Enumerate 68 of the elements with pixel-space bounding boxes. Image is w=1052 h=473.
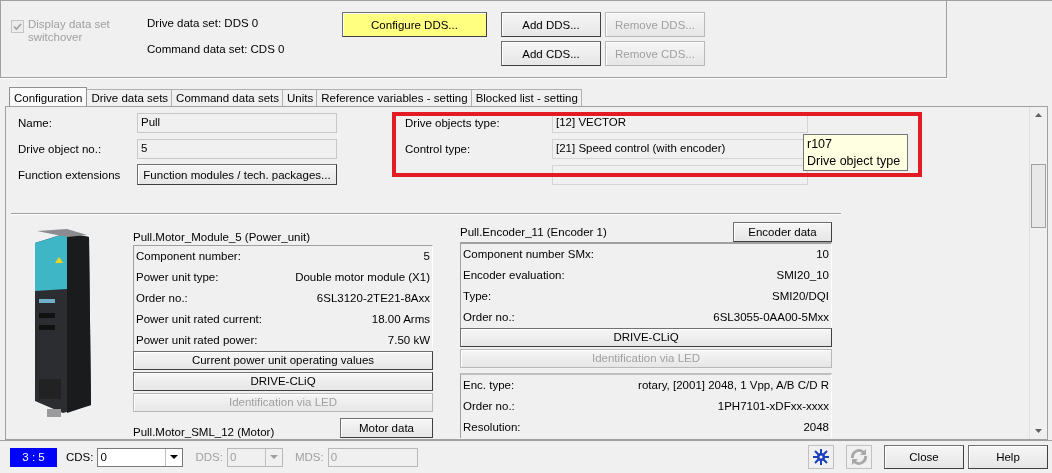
caret-icon (269, 455, 278, 460)
info-label: Order no.: (463, 400, 515, 413)
motor-data-button[interactable]: Motor data (340, 417, 433, 438)
network-icon[interactable] (812, 448, 830, 467)
data-set-dropdown[interactable]: 0 (97, 447, 184, 467)
info-value: 5 (423, 250, 430, 263)
field-label: Name: (18, 116, 53, 129)
tab[interactable]: Command data sets (172, 88, 284, 106)
scroll-thumb[interactable] (1031, 163, 1046, 228)
encoder-data-button[interactable]: Encoder data (733, 221, 832, 242)
info-label: Component number: (136, 250, 241, 263)
data-set-indicator: 3 : 5 (10, 447, 57, 467)
data-set-label: Command data set: CDS 0 (147, 43, 286, 55)
value-field: 5 (137, 138, 337, 159)
info-value: SMI20_10 (776, 269, 829, 282)
info-label: Power unit type: (136, 271, 219, 284)
info-label: Enc. type: (463, 379, 515, 392)
group-title: Pull.Motor_Module_5 (Power_unit) (133, 230, 312, 243)
info-value: 1PH7101-xDFxx-xxxx (717, 400, 829, 413)
info-label: Power unit rated current: (136, 313, 262, 326)
info-label: Resolution: (463, 421, 521, 434)
data-set-button[interactable]: Configure DDS... (342, 12, 487, 37)
info-value: 2048 (803, 421, 829, 434)
selector-label: MDS: (294, 451, 324, 464)
info-label: Encoder evaluation: (463, 269, 565, 282)
info-value: rotary, [2001] 2048, 1 Vpp, A/B C/D R (638, 379, 829, 392)
tab[interactable]: Units (283, 88, 318, 106)
scroll-up-icon[interactable] (1035, 113, 1042, 118)
data-set-button[interactable]: Add DDS... (501, 12, 601, 37)
dialog-button[interactable]: Close (884, 445, 964, 470)
module-button[interactable]: DRIVE-CLiQ (133, 371, 433, 391)
field-label: Drive object no.: (18, 142, 103, 155)
field-label: Drive objects type: (405, 116, 501, 129)
info-value: 7.50 kW (387, 334, 430, 347)
dialog-button[interactable]: Help (968, 445, 1048, 470)
info-label: Power unit rated power: (136, 334, 258, 347)
field-label: Control type: (405, 142, 472, 155)
info-value: 18.00 Arms (371, 313, 430, 326)
tab[interactable]: Blocked list - setting (471, 88, 582, 106)
data-set-label: Drive data set: DDS 0 (147, 17, 260, 29)
tab[interactable]: Drive data sets (87, 88, 173, 106)
switchover-label: Display data set switchover (28, 18, 111, 44)
group-title: Pull.Motor_SML_12 (Motor) (133, 425, 275, 438)
module-button[interactable]: DRIVE-CLiQ (460, 327, 832, 347)
tooltip-text: Drive object type (807, 152, 902, 170)
info-value: SMI20/DQI (772, 290, 829, 303)
info-value: 10 (816, 248, 829, 261)
module-button[interactable]: Current power unit operating values (133, 350, 433, 370)
scroll-down-icon[interactable] (1035, 428, 1042, 433)
scrollbar[interactable] (1029, 106, 1047, 440)
selector-label: DDS: (195, 451, 223, 464)
value-field: Pull (137, 112, 337, 133)
info-value: 6SL3120-2TE21-8Axx (316, 292, 430, 305)
info-label: Order no.: (463, 311, 515, 324)
selector-label: CDS: (66, 451, 94, 464)
caret-icon (170, 455, 179, 460)
info-label: Order no.: (136, 292, 188, 305)
field-label: Function extensions (18, 168, 122, 181)
tab[interactable]: Reference variables - setting (317, 88, 472, 106)
function-modules-button[interactable]: Function modules / tech. packages... (137, 164, 337, 186)
info-label: Component number SMx: (463, 248, 595, 261)
group-title: Pull.Encoder_11 (Encoder 1) (460, 225, 607, 238)
data-set-button[interactable]: Add CDS... (501, 41, 601, 66)
info-value: Double motor module (X1) (295, 271, 430, 284)
tab[interactable]: Configuration (9, 86, 88, 106)
info-label: Type: (463, 290, 492, 303)
info-value: 6SL3055-0AA00-5Mxx (713, 311, 829, 324)
tooltip-text: r107 (807, 135, 834, 153)
